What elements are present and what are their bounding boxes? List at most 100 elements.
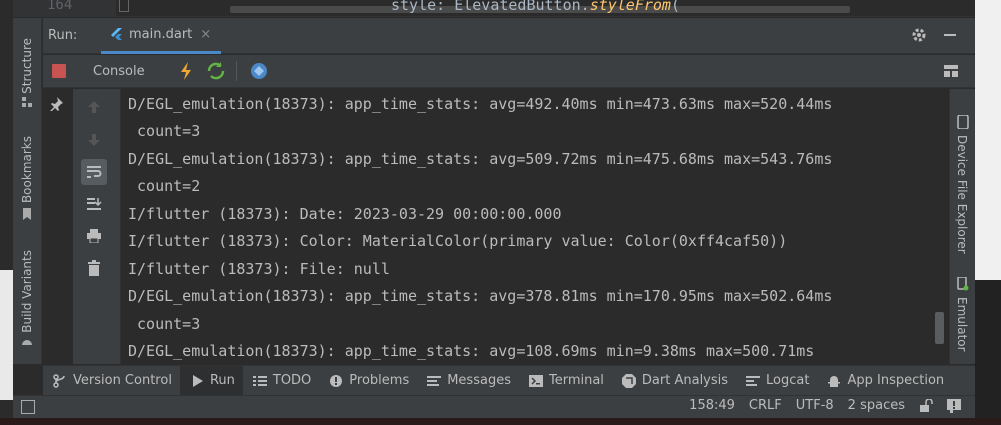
emulator-tool-button[interactable]: Emulator xyxy=(955,297,969,352)
run-tab-label: main.dart xyxy=(129,27,193,42)
messages-icon xyxy=(427,375,442,386)
arrow-up-icon xyxy=(88,101,100,113)
scroll-to-end-button[interactable] xyxy=(81,191,107,217)
tab-logcat[interactable]: Logcat xyxy=(736,366,817,396)
desktop-window-fragment xyxy=(0,270,13,400)
tab-problems[interactable]: Problems xyxy=(319,366,417,396)
pin-tab-icon[interactable] xyxy=(49,97,63,111)
run-toolbar: Console xyxy=(43,55,975,88)
logcat-icon xyxy=(746,375,761,386)
dart-analysis-icon xyxy=(621,373,636,388)
run-panel-header: Run: main.dart × xyxy=(43,18,975,54)
clear-all-button[interactable] xyxy=(81,255,107,281)
console-line: count=2 xyxy=(128,177,201,195)
print-button[interactable] xyxy=(81,223,107,249)
run-config-tab[interactable]: main.dart × xyxy=(101,18,222,54)
structure-icon xyxy=(22,97,32,107)
console-side-toolbar xyxy=(50,89,121,364)
unlock-icon[interactable] xyxy=(919,398,933,413)
tab-label: Problems xyxy=(349,373,410,388)
tab-label: Terminal xyxy=(548,373,604,388)
scroll-up-button[interactable] xyxy=(81,94,107,120)
ide-window: 164 style: ElevatedButton.styleFrom( Str… xyxy=(13,0,975,418)
close-tab-icon[interactable]: × xyxy=(200,27,211,42)
console-line: D/EGL_emulation(18373): app_time_stats: … xyxy=(128,95,833,113)
caret-position[interactable]: 158:49 xyxy=(689,398,735,413)
tab-dart-analysis[interactable]: Dart Analysis xyxy=(612,366,736,396)
run-label: Run: xyxy=(48,28,78,43)
right-tool-stripe: Device File Explorer Emulator xyxy=(949,89,975,364)
soft-wrap-icon xyxy=(87,166,102,178)
gear-icon[interactable] xyxy=(911,27,927,43)
file-encoding[interactable]: UTF-8 xyxy=(796,398,834,413)
fold-marker-icon[interactable] xyxy=(119,0,129,12)
scroll-to-end-icon xyxy=(87,198,102,210)
tab-terminal[interactable]: Terminal xyxy=(519,366,612,396)
desktop-background-fragment xyxy=(975,280,1001,425)
left-tool-stripe: Structure Bookmarks Build Variants xyxy=(13,18,42,364)
stop-button[interactable] xyxy=(52,64,66,78)
tab-label: Logcat xyxy=(766,373,810,388)
build-variants-tool-button[interactable]: Build Variants xyxy=(20,250,34,333)
printer-icon xyxy=(87,229,101,243)
tab-messages[interactable]: Messages xyxy=(417,366,519,396)
bookmark-icon xyxy=(23,208,31,220)
toolbar-divider xyxy=(236,61,237,81)
device-icon xyxy=(957,115,969,129)
tool-window-bar: Version Control Run TODO Problems Messag… xyxy=(43,365,975,396)
hot-restart-icon[interactable] xyxy=(206,61,226,81)
bookmarks-tool-button[interactable]: Bookmarks xyxy=(20,136,34,203)
indent-setting[interactable]: 2 spaces xyxy=(848,398,905,413)
console-line: I/flutter (18373): File: null xyxy=(128,260,390,278)
notifications-icon[interactable] xyxy=(947,398,961,413)
layout-options-icon[interactable] xyxy=(943,63,959,79)
desktop-bottom-edge xyxy=(0,418,1001,425)
line-number: 164 xyxy=(47,0,73,13)
structure-tool-button[interactable]: Structure xyxy=(20,38,34,94)
arrow-down-icon xyxy=(88,134,100,146)
status-bar: 158:49 CRLF UTF-8 2 spaces xyxy=(13,395,975,418)
console-line: I/flutter (18373): Color: MaterialColor(… xyxy=(128,232,788,250)
version-control-icon xyxy=(53,373,65,388)
console-line: D/EGL_emulation(18373): app_time_stats: … xyxy=(128,287,833,305)
desktop-right-edge xyxy=(975,0,1001,425)
hot-reload-icon[interactable] xyxy=(176,61,196,81)
todo-icon xyxy=(252,375,267,386)
minimize-icon[interactable] xyxy=(943,28,957,42)
flutter-devtools-icon[interactable] xyxy=(249,61,269,81)
soft-wrap-button[interactable] xyxy=(81,159,107,185)
console-line: count=3 xyxy=(128,122,201,140)
tab-run[interactable]: Run xyxy=(179,365,243,396)
tool-window-toggle-icon[interactable] xyxy=(21,400,35,414)
tab-label: Run xyxy=(209,373,235,388)
trash-icon xyxy=(88,260,100,276)
emulator-icon xyxy=(957,277,969,291)
flutter-icon xyxy=(111,27,122,40)
console-line: D/EGL_emulation(18373): app_time_stats: … xyxy=(128,342,815,360)
console-scrollbar[interactable] xyxy=(935,312,944,344)
code-line: style: ElevatedButton.styleFrom( xyxy=(391,0,680,14)
problems-icon xyxy=(330,374,343,387)
tab-app-inspection[interactable]: App Inspection xyxy=(817,366,952,396)
console-tab[interactable]: Console xyxy=(93,64,145,79)
tab-label: Version Control xyxy=(73,373,172,388)
editor-fragment: 164 style: ElevatedButton.styleFrom( xyxy=(13,0,975,17)
tab-version-control[interactable]: Version Control xyxy=(43,366,180,396)
tab-label: Messages xyxy=(447,373,511,388)
android-icon xyxy=(22,340,32,345)
desktop-left-edge xyxy=(0,0,13,425)
terminal-icon xyxy=(528,374,543,387)
console-line: count=3 xyxy=(128,315,201,333)
device-file-explorer-tool-button[interactable]: Device File Explorer xyxy=(955,135,969,254)
scroll-down-button[interactable] xyxy=(81,127,107,153)
run-icon xyxy=(192,374,203,387)
app-inspection-icon xyxy=(828,375,841,387)
console-line: I/flutter (18373): Date: 2023-03-29 00:0… xyxy=(128,205,562,223)
tab-label: App Inspection xyxy=(847,373,945,388)
tab-label: TODO xyxy=(272,373,312,388)
console-line: D/EGL_emulation(18373): app_time_stats: … xyxy=(128,150,833,168)
line-separator[interactable]: CRLF xyxy=(749,398,782,413)
tab-label: Dart Analysis xyxy=(641,373,729,388)
console-output[interactable]: D/EGL_emulation(18373): app_time_stats: … xyxy=(122,89,948,364)
tab-todo[interactable]: TODO xyxy=(243,366,319,396)
